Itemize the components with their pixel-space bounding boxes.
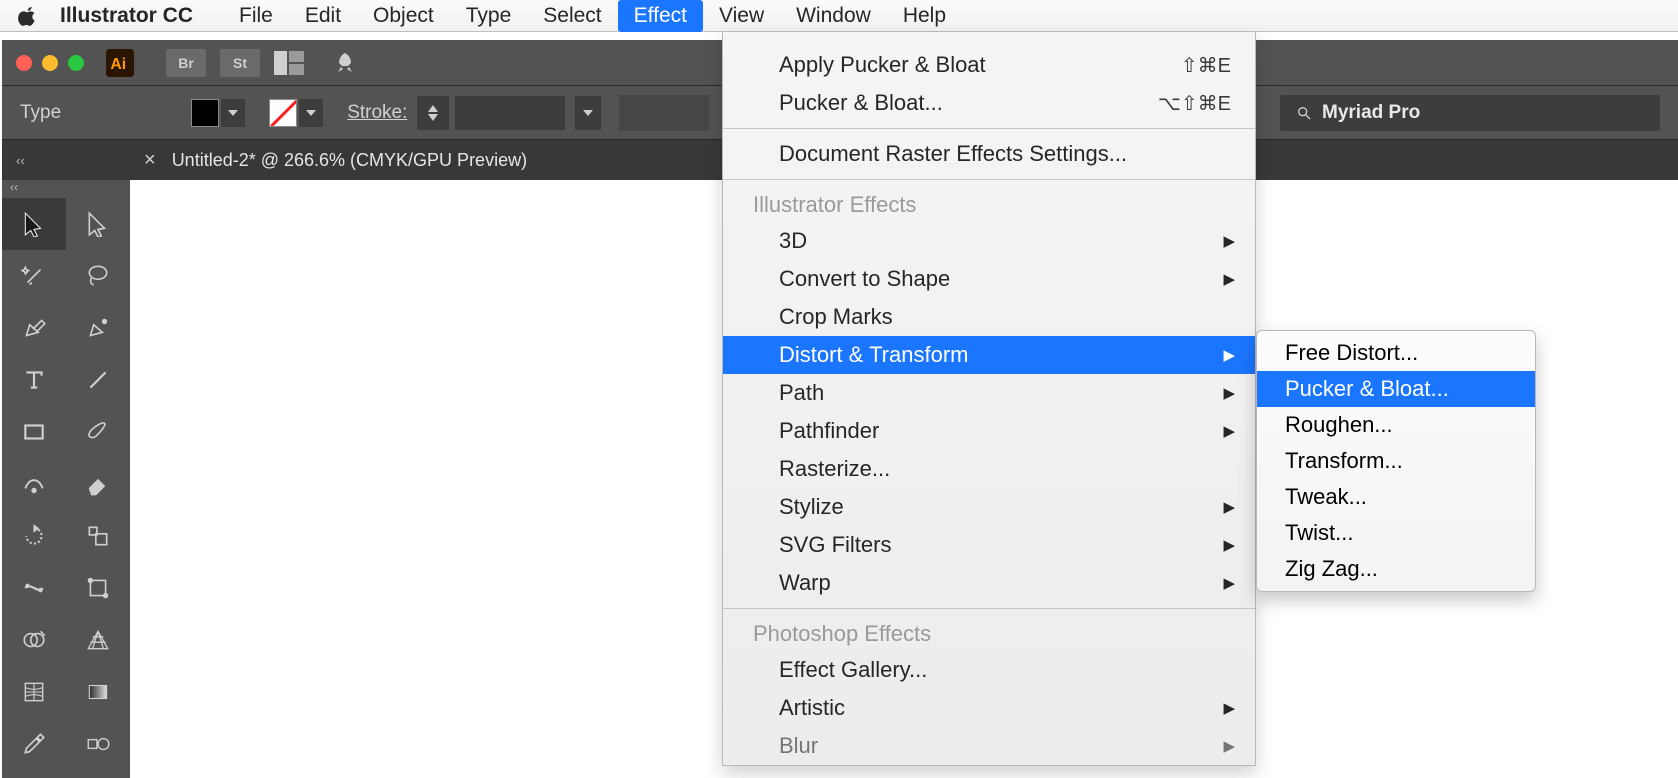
rectangle-tool[interactable] <box>2 406 66 458</box>
gradient-tool[interactable] <box>66 666 130 718</box>
width-tool[interactable] <box>2 562 66 614</box>
menu-separator <box>723 179 1255 180</box>
stock-chip[interactable]: St <box>220 49 260 77</box>
close-button[interactable] <box>16 55 32 71</box>
fill-swatch[interactable] <box>191 99 219 127</box>
tools-panel: ‹‹ <box>2 180 130 778</box>
tab-close-button[interactable]: × <box>144 149 156 172</box>
svg-text:Ai: Ai <box>110 56 126 73</box>
selection-tool[interactable] <box>2 198 66 250</box>
search-icon <box>1296 105 1312 121</box>
gpu-rocket-icon[interactable] <box>330 51 360 75</box>
menu-apply-last-effect[interactable]: Apply Pucker & Bloat ⇧⌘E <box>723 46 1255 84</box>
submenu-tweak[interactable]: Tweak... <box>1257 479 1535 515</box>
brush-definition[interactable] <box>619 95 709 131</box>
type-tool[interactable] <box>2 354 66 406</box>
menu-distort-transform[interactable]: Distort & Transform <box>723 336 1255 374</box>
shaper-tool[interactable] <box>2 458 66 510</box>
stroke-swatch[interactable] <box>269 99 297 127</box>
menu-rasterize[interactable]: Rasterize... <box>723 450 1255 488</box>
menu-effect[interactable]: Effect <box>618 0 703 32</box>
menu-effect-gallery[interactable]: Effect Gallery... <box>723 651 1255 689</box>
minimize-button[interactable] <box>42 55 58 71</box>
menu-type[interactable]: Type <box>450 0 528 32</box>
menu-svg-filters[interactable]: SVG Filters <box>723 526 1255 564</box>
tools-panel-handle[interactable]: ‹‹ <box>2 180 130 198</box>
panel-collapse-handle[interactable]: ‹‹ <box>16 153 34 168</box>
submenu-roughen[interactable]: Roughen... <box>1257 407 1535 443</box>
rotate-tool[interactable] <box>2 510 66 562</box>
menu-pathfinder[interactable]: Pathfinder <box>723 412 1255 450</box>
window-controls <box>16 55 84 71</box>
menu-file[interactable]: File <box>223 0 289 32</box>
blend-tool[interactable] <box>66 718 130 770</box>
stroke-weight-stepper[interactable] <box>417 96 449 130</box>
fill-dropdown[interactable] <box>221 99 245 127</box>
apple-logo-icon <box>18 6 38 26</box>
selection-type-label: Type <box>20 102 61 124</box>
menu-3d[interactable]: 3D <box>723 222 1255 260</box>
submenu-zig-zag[interactable]: Zig Zag... <box>1257 551 1535 587</box>
magic-wand-tool[interactable] <box>2 250 66 302</box>
perspective-grid-tool[interactable] <box>66 614 130 666</box>
stroke-dropdown[interactable] <box>299 99 323 127</box>
menu-object[interactable]: Object <box>357 0 450 32</box>
menu-view[interactable]: View <box>703 0 780 32</box>
menu-raster-settings[interactable]: Document Raster Effects Settings... <box>723 135 1255 173</box>
eraser-tool[interactable] <box>66 458 130 510</box>
mesh-tool[interactable] <box>2 666 66 718</box>
menu-warp[interactable]: Warp <box>723 564 1255 602</box>
arrange-documents-icon[interactable] <box>274 51 304 75</box>
menu-window[interactable]: Window <box>780 0 887 32</box>
mac-menubar: Illustrator CC File Edit Object Type Sel… <box>0 0 1678 32</box>
menu-section-illustrator: Illustrator Effects <box>723 186 1255 222</box>
font-family-value: Myriad Pro <box>1322 102 1420 124</box>
document-tab-title[interactable]: Untitled-2* @ 266.6% (CMYK/GPU Preview) <box>172 150 527 171</box>
shape-builder-tool[interactable] <box>2 614 66 666</box>
menu-blur[interactable]: Blur <box>723 727 1255 765</box>
pen-tool[interactable] <box>2 302 66 354</box>
app-name: Illustrator CC <box>60 4 193 28</box>
menu-crop-marks[interactable]: Crop Marks <box>723 298 1255 336</box>
paintbrush-tool[interactable] <box>66 406 130 458</box>
zoom-button[interactable] <box>68 55 84 71</box>
menu-select[interactable]: Select <box>527 0 617 32</box>
menu-artistic[interactable]: Artistic <box>723 689 1255 727</box>
font-family-field[interactable]: Myriad Pro <box>1280 95 1660 131</box>
free-transform-tool[interactable] <box>66 562 130 614</box>
menu-help[interactable]: Help <box>887 0 962 32</box>
menu-separator <box>723 608 1255 609</box>
menu-convert-to-shape[interactable]: Convert to Shape <box>723 260 1255 298</box>
submenu-pucker-bloat[interactable]: Pucker & Bloat... <box>1257 371 1535 407</box>
illustrator-logo-icon: Ai <box>106 49 134 77</box>
eyedropper-tool[interactable] <box>2 718 66 770</box>
bridge-chip[interactable]: Br <box>166 49 206 77</box>
submenu-transform[interactable]: Transform... <box>1257 443 1535 479</box>
menu-edit[interactable]: Edit <box>289 0 357 32</box>
stroke-label[interactable]: Stroke: <box>347 102 407 124</box>
lasso-tool[interactable] <box>66 250 130 302</box>
menu-stylize[interactable]: Stylize <box>723 488 1255 526</box>
distort-transform-submenu: Free Distort... Pucker & Bloat... Roughe… <box>1256 330 1536 592</box>
scale-tool[interactable] <box>66 510 130 562</box>
direct-selection-tool[interactable] <box>66 198 130 250</box>
effect-menu-dropdown: Apply Pucker & Bloat ⇧⌘E Pucker & Bloat.… <box>722 32 1256 766</box>
menu-path[interactable]: Path <box>723 374 1255 412</box>
submenu-free-distort[interactable]: Free Distort... <box>1257 335 1535 371</box>
menu-last-effect-options[interactable]: Pucker & Bloat... ⌥⇧⌘E <box>723 84 1255 122</box>
stroke-weight-input[interactable] <box>455 96 565 130</box>
curvature-tool[interactable] <box>66 302 130 354</box>
menu-separator <box>723 128 1255 129</box>
line-segment-tool[interactable] <box>66 354 130 406</box>
submenu-twist[interactable]: Twist... <box>1257 515 1535 551</box>
menu-section-photoshop: Photoshop Effects <box>723 615 1255 651</box>
stroke-weight-dropdown[interactable] <box>575 96 601 130</box>
